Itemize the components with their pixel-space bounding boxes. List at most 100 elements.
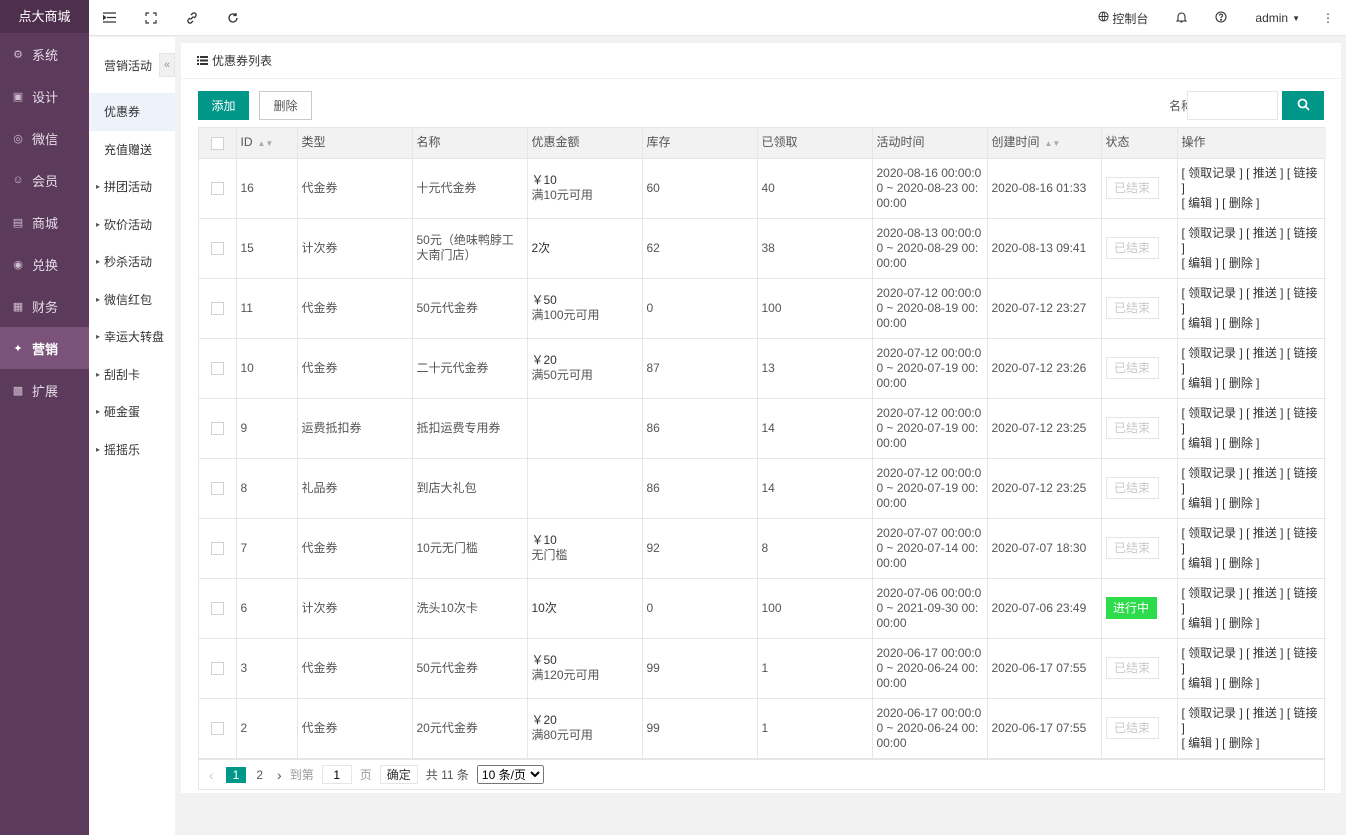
row-actions-secondary[interactable]: [ 编辑 ] [ 删除 ] — [1182, 676, 1323, 691]
row-checkbox[interactable] — [210, 541, 224, 555]
row-actions-primary[interactable]: [ 领取记录 ] [ 推送 ] [ 链接 ] — [1182, 286, 1323, 316]
cell-type: 运费抵扣券 — [297, 398, 413, 459]
row-actions-secondary[interactable]: [ 编辑 ] [ 删除 ] — [1182, 316, 1323, 331]
status-badge[interactable]: 已结束 — [1105, 477, 1159, 499]
row-checkbox[interactable] — [210, 181, 224, 195]
status-badge[interactable]: 已结束 — [1105, 297, 1159, 319]
delete-button[interactable]: 删除 — [259, 91, 312, 120]
row-actions-primary[interactable]: [ 领取记录 ] [ 推送 ] [ 链接 ] — [1182, 466, 1323, 496]
row-actions-primary[interactable]: [ 领取记录 ] [ 推送 ] [ 链接 ] — [1182, 406, 1323, 436]
nav-item-7[interactable]: ✦ 营销 — [0, 327, 89, 369]
nav-item-6[interactable]: ▦ 财务 — [0, 285, 89, 327]
row-actions-secondary[interactable]: [ 编辑 ] [ 删除 ] — [1182, 556, 1323, 571]
status-badge[interactable]: 已结束 — [1105, 237, 1159, 259]
row-checkbox[interactable] — [210, 421, 224, 435]
nav-item-2[interactable]: ◎ 微信 — [0, 117, 89, 159]
row-checkbox[interactable] — [210, 361, 224, 375]
status-badge[interactable]: 已结束 — [1105, 717, 1159, 739]
page-size-select[interactable]: 10 条/页 — [476, 765, 544, 784]
cell-stock: 99 — [642, 698, 758, 759]
submenu-item-9[interactable]: ▸ 摇摇乐 — [89, 431, 175, 469]
nav-item-1[interactable]: ▣ 设计 — [0, 75, 89, 117]
status-badge[interactable]: 已结束 — [1105, 417, 1159, 439]
row-actions-primary[interactable]: [ 领取记录 ] [ 推送 ] [ 链接 ] — [1182, 526, 1323, 556]
prev-page-button[interactable]: ‹ — [209, 767, 214, 783]
amount-value: ￥20 — [531, 353, 557, 367]
goto-page-input[interactable] — [321, 765, 352, 784]
col-created[interactable]: 创建时间 ▲▼ — [987, 128, 1102, 159]
page-2[interactable]: 2 — [256, 768, 263, 782]
row-actions-primary[interactable]: [ 领取记录 ] [ 推送 ] [ 链接 ] — [1182, 586, 1323, 616]
more-menu[interactable]: ⋮ — [1314, 0, 1346, 36]
row-actions-secondary[interactable]: [ 编辑 ] [ 删除 ] — [1182, 736, 1323, 751]
menu-toggle-icon[interactable] — [89, 0, 130, 36]
nav-item-8[interactable]: ▩ 扩展 — [0, 369, 89, 411]
status-badge[interactable]: 进行中 — [1105, 597, 1157, 619]
fullscreen-icon[interactable] — [130, 0, 171, 36]
cell-activity-time: 2020-07-12 00:00:00 ~ 2020-07-19 00:00:0… — [872, 398, 988, 459]
row-actions-secondary[interactable]: [ 编辑 ] [ 删除 ] — [1182, 496, 1323, 511]
row-checkbox[interactable] — [210, 241, 224, 255]
col-id[interactable]: ID ▲▼ — [236, 128, 298, 159]
nav-item-0[interactable]: ⚙ 系统 — [0, 33, 89, 75]
row-checkbox[interactable] — [210, 601, 224, 615]
status-badge[interactable]: 已结束 — [1105, 177, 1159, 199]
row-actions-primary[interactable]: [ 领取记录 ] [ 推送 ] [ 链接 ] — [1182, 646, 1323, 676]
cell-status: 已结束 — [1101, 158, 1178, 219]
search-input[interactable] — [1187, 91, 1278, 120]
submenu-item-1[interactable]: 充值赠送 — [89, 131, 175, 169]
row-actions-secondary[interactable]: [ 编辑 ] [ 删除 ] — [1182, 376, 1323, 391]
submenu-item-2[interactable]: ▸ 拼团活动 — [89, 168, 175, 206]
sort-icon[interactable]: ▲▼ — [1045, 139, 1061, 148]
link-icon[interactable] — [171, 0, 212, 36]
cell-type: 计次券 — [297, 218, 413, 279]
status-badge[interactable]: 已结束 — [1105, 657, 1159, 679]
cell-amount: 10次 — [527, 578, 643, 639]
submenu-item-3[interactable]: ▸ 砍价活动 — [89, 206, 175, 244]
cell-received: 13 — [757, 338, 873, 399]
nav-item-4[interactable]: ▤ 商城 — [0, 201, 89, 243]
submenu-item-5[interactable]: ▸ 微信红包 — [89, 281, 175, 319]
row-actions-primary[interactable]: [ 领取记录 ] [ 推送 ] [ 链接 ] — [1182, 166, 1323, 196]
sort-icon[interactable]: ▲▼ — [258, 139, 274, 148]
nav-item-3[interactable]: ☺ 会员 — [0, 159, 89, 201]
next-page-button[interactable]: › — [277, 767, 282, 783]
page-1[interactable]: 1 — [225, 766, 247, 783]
add-button[interactable]: 添加 — [198, 91, 249, 120]
help-button[interactable] — [1201, 0, 1241, 36]
submenu-item-6[interactable]: ▸ 幸运大转盘 — [89, 318, 175, 356]
cell-activity-time: 2020-07-12 00:00:00 ~ 2020-07-19 00:00:0… — [872, 458, 988, 519]
submenu-item-0[interactable]: 优惠券 — [89, 93, 175, 131]
row-checkbox[interactable] — [210, 661, 224, 675]
console-link[interactable]: 控制台 — [1084, 0, 1162, 36]
nav-item-label: 兑换 — [32, 257, 59, 273]
list-icon — [197, 54, 208, 68]
amount-value: 2次 — [531, 240, 551, 255]
status-badge[interactable]: 已结束 — [1105, 537, 1159, 559]
row-checkbox[interactable] — [210, 481, 224, 495]
row-actions-primary[interactable]: [ 领取记录 ] [ 推送 ] [ 链接 ] — [1182, 226, 1323, 256]
cell-created: 2020-07-12 23:27 — [987, 278, 1102, 339]
row-checkbox[interactable] — [210, 721, 224, 735]
cell-id: 6 — [236, 578, 298, 639]
row-actions-secondary[interactable]: [ 编辑 ] [ 删除 ] — [1182, 196, 1323, 211]
nav-item-5[interactable]: ◉ 兑换 — [0, 243, 89, 285]
select-all-checkbox[interactable] — [210, 136, 224, 150]
row-actions-secondary[interactable]: [ 编辑 ] [ 删除 ] — [1182, 436, 1323, 451]
row-actions-secondary[interactable]: [ 编辑 ] [ 删除 ] — [1182, 616, 1323, 631]
row-actions-secondary[interactable]: [ 编辑 ] [ 删除 ] — [1182, 256, 1323, 271]
user-menu[interactable]: admin ▼ — [1241, 0, 1314, 36]
submenu-item-4[interactable]: ▸ 秒杀活动 — [89, 243, 175, 281]
submenu-item-8[interactable]: ▸ 砸金蛋 — [89, 393, 175, 431]
submenu-item-7[interactable]: ▸ 刮刮卡 — [89, 356, 175, 394]
row-checkbox[interactable] — [210, 301, 224, 315]
status-badge[interactable]: 已结束 — [1105, 357, 1159, 379]
row-actions-primary[interactable]: [ 领取记录 ] [ 推送 ] [ 链接 ] — [1182, 346, 1323, 376]
notification-button[interactable] — [1162, 0, 1201, 36]
collapse-button[interactable]: « — [159, 53, 175, 77]
search-button[interactable] — [1282, 91, 1324, 120]
refresh-icon[interactable] — [212, 0, 253, 36]
goto-confirm-button[interactable]: 确定 — [379, 765, 418, 784]
row-actions-primary[interactable]: [ 领取记录 ] [ 推送 ] [ 链接 ] — [1182, 706, 1323, 736]
col-name: 名称 — [412, 128, 528, 159]
